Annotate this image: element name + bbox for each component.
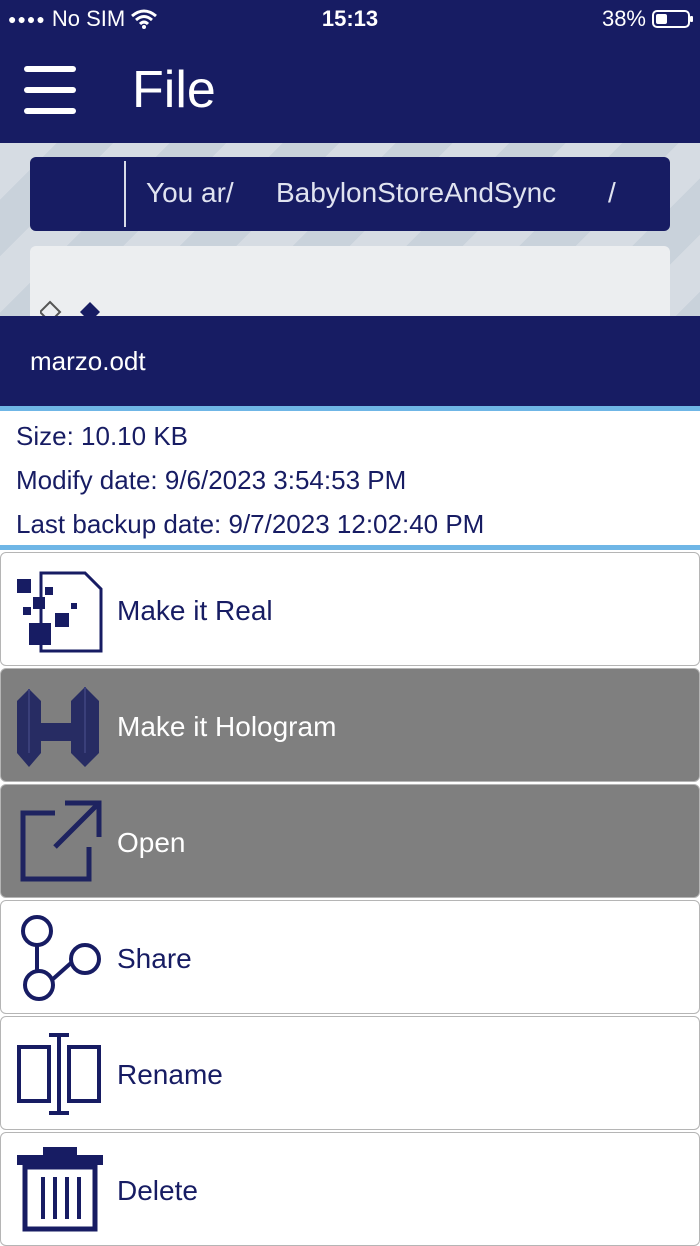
hologram-icon	[17, 687, 99, 767]
breadcrumb-segment[interactable]: BabylonStoreAndSync	[276, 177, 556, 209]
file-size: Size: 10.10 KB	[16, 421, 188, 451]
action-label: Rename	[117, 1059, 223, 1090]
breadcrumb-segment[interactable]: You ar/	[146, 177, 234, 209]
battery-icon	[652, 10, 693, 28]
action-label: Open	[117, 827, 186, 858]
trash-icon	[17, 1147, 103, 1232]
breadcrumb-divider	[124, 161, 126, 227]
file-name: marzo.odt	[30, 346, 146, 376]
file-info: Size: 10.10 KB Modify date: 9/6/2023 3:5…	[0, 411, 700, 545]
make-hologram-button[interactable]: Make it Hologram	[0, 668, 700, 782]
delete-button[interactable]: Delete	[0, 1132, 700, 1246]
backup-date: Last backup date: 9/7/2023 12:02:40 PM	[16, 509, 485, 539]
breadcrumb: You ar/ BabylonStoreAndSync /	[30, 157, 670, 231]
breadcrumb-separator: /	[608, 177, 616, 208]
battery-percent: 38%	[601, 6, 646, 31]
status-right: 38%	[601, 6, 693, 32]
hamburger-menu-icon[interactable]	[24, 62, 78, 118]
file-name-header: marzo.odt	[0, 316, 700, 406]
open-external-icon	[20, 800, 102, 882]
status-bar: ●●●● No SIM 15:13 38%	[0, 0, 700, 40]
action-label: Make it Real	[117, 595, 273, 626]
make-real-button[interactable]: Make it Real	[0, 552, 700, 666]
divider	[0, 545, 700, 550]
page-title: File	[132, 61, 216, 119]
rename-button[interactable]: Rename	[0, 1016, 700, 1130]
open-button[interactable]: Open	[0, 784, 700, 898]
make-real-icon	[17, 571, 103, 653]
share-button[interactable]: Share	[0, 900, 700, 1014]
rename-icon	[17, 1033, 101, 1115]
modify-date: Modify date: 9/6/2023 3:54:53 PM	[16, 465, 407, 495]
clock: 15:13	[321, 6, 379, 31]
app-bar: File	[0, 40, 700, 143]
action-label: Make it Hologram	[117, 711, 337, 742]
action-label: Delete	[117, 1175, 198, 1206]
action-label: Share	[117, 943, 192, 974]
share-icon	[21, 915, 101, 1001]
